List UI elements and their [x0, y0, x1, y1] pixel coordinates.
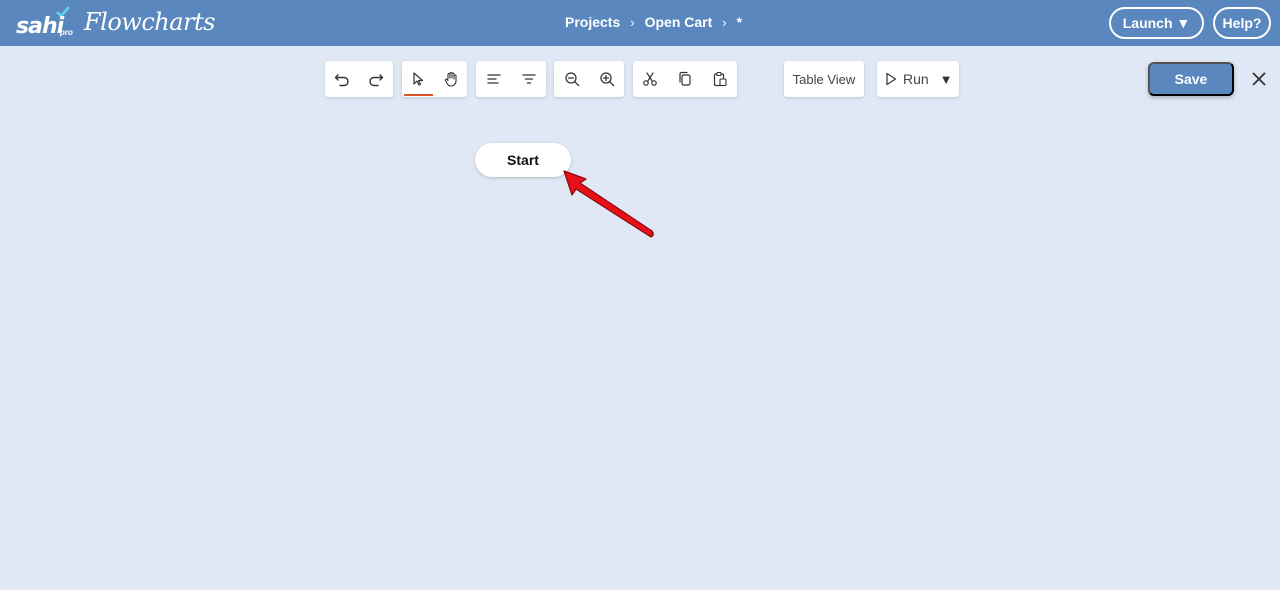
table-view-button[interactable]: Table View	[784, 61, 864, 97]
run-dropdown-button[interactable]: ▼	[933, 72, 959, 87]
breadcrumb: Projects › Open Cart › *	[565, 14, 742, 30]
redo-icon	[369, 74, 384, 87]
run-button[interactable]: Run	[877, 71, 933, 87]
cut-button[interactable]	[633, 61, 668, 97]
sahi-flowcharts-logo[interactable]: sahi pro Flowcharts	[14, 6, 215, 40]
zoom-in-button[interactable]	[589, 61, 624, 97]
align-toolbar-group	[476, 61, 546, 97]
filter-icon	[521, 74, 536, 84]
copy-icon	[679, 71, 691, 86]
run-label: Run	[903, 71, 929, 87]
help-button[interactable]: Help?	[1213, 7, 1271, 39]
align-left-icon	[486, 74, 501, 84]
mode-toolbar-group	[402, 61, 467, 97]
undo-button[interactable]	[325, 61, 359, 97]
breadcrumb-separator: ›	[722, 14, 727, 30]
breadcrumb-separator: ›	[630, 14, 635, 30]
pointer-icon	[413, 72, 424, 86]
app-header: sahi pro Flowcharts Projects › Open Cart…	[0, 0, 1280, 46]
clipboard-toolbar-group	[633, 61, 737, 97]
zoom-toolbar-group	[554, 61, 624, 97]
align-left-button[interactable]	[476, 61, 511, 97]
paste-button[interactable]	[702, 61, 737, 97]
cut-icon	[643, 72, 658, 86]
logo-product: Flowcharts	[84, 8, 215, 36]
zoom-in-icon	[599, 72, 614, 87]
run-button-group: Run ▼	[877, 61, 959, 97]
history-toolbar-group	[325, 61, 393, 97]
select-mode-button[interactable]	[402, 61, 435, 97]
hand-icon	[444, 71, 457, 87]
red-arrow-icon	[563, 170, 654, 238]
breadcrumb-projects[interactable]: Projects	[565, 14, 620, 30]
pan-mode-button[interactable]	[435, 61, 468, 97]
breadcrumb-unsaved-marker: *	[736, 14, 743, 30]
filter-button[interactable]	[511, 61, 546, 97]
paste-icon	[713, 71, 727, 87]
redo-button[interactable]	[359, 61, 393, 97]
undo-icon	[334, 74, 349, 87]
logo-sub: pro	[60, 28, 73, 37]
save-button[interactable]: Save	[1148, 62, 1234, 96]
play-icon	[886, 72, 897, 86]
zoom-out-icon	[564, 72, 579, 87]
logo-brand: sahi	[16, 14, 64, 39]
close-icon	[1252, 72, 1266, 86]
breadcrumb-open-cart[interactable]: Open Cart	[645, 14, 713, 30]
close-button[interactable]	[1249, 69, 1269, 89]
launch-button[interactable]: Launch ▼	[1109, 7, 1204, 39]
zoom-out-button[interactable]	[554, 61, 589, 97]
copy-button[interactable]	[668, 61, 703, 97]
